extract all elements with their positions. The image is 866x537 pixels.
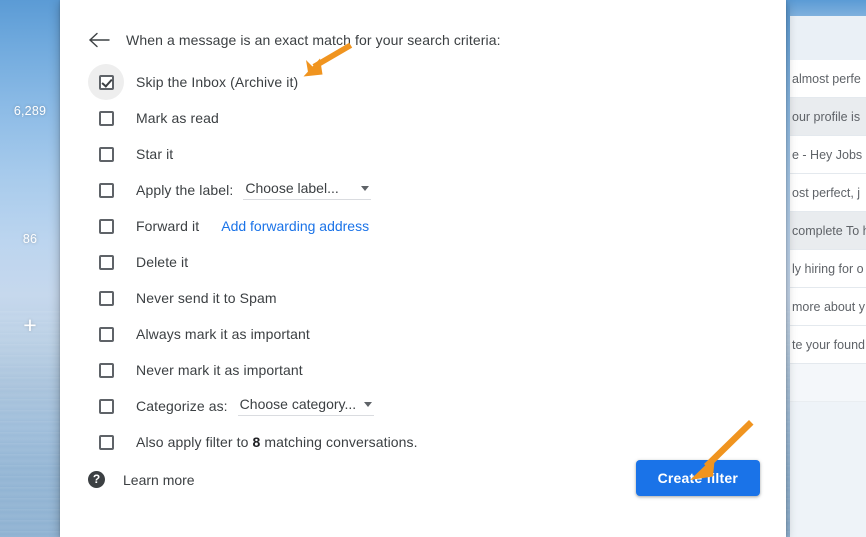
dropdown-value: Choose label... [245, 180, 339, 196]
filter-action-label: Apply the label: [136, 182, 234, 198]
mail-snippet: te your found [792, 337, 865, 352]
dialog-header: When a message is an exact match for you… [60, 0, 786, 53]
checkbox-unchecked-icon [98, 398, 114, 414]
back-arrow-icon[interactable] [86, 27, 112, 53]
filter-action-label: Never mark it as important [136, 362, 303, 378]
learn-more-label: Learn more [123, 471, 195, 488]
checkbox-8[interactable] [88, 316, 124, 352]
mail-snippet: ost perfect, j [792, 185, 861, 200]
checkbox-10[interactable] [88, 388, 124, 424]
create-filter-button[interactable]: Create filter [635, 460, 760, 496]
mail-snippet: our profile is [792, 109, 861, 124]
add-forwarding-address-link[interactable]: Add forwarding address [221, 218, 369, 234]
filter-action-row[interactable]: Delete it [88, 244, 786, 280]
filter-action-label: Never send it to Spam [136, 290, 277, 306]
filter-action-row[interactable]: Skip the Inbox (Archive it) [88, 64, 786, 100]
mail-snippet: e - Hey Jobs [792, 147, 863, 162]
chevron-down-icon [360, 185, 369, 191]
checkbox-7[interactable] [88, 280, 124, 316]
mail-row[interactable]: complete To h [790, 212, 866, 250]
filter-action-row[interactable]: Mark as read [88, 100, 786, 136]
checkbox-9[interactable] [88, 352, 124, 388]
mail-row[interactable]: e - Hey Jobs [790, 136, 866, 174]
mail-snippet: complete To h [792, 223, 866, 238]
mail-snippet: more about y [792, 299, 865, 314]
checkbox-unchecked-icon [98, 218, 114, 234]
mail-top-bar [790, 0, 866, 16]
mail-list-pane: almost perfe our profile is e - Hey Jobs o… [790, 0, 866, 537]
checkbox-2[interactable] [88, 100, 124, 136]
sidebar-count-primary: 6,289 [13, 104, 47, 118]
filter-action-label: Also apply filter to 8 matching conversa… [136, 434, 418, 450]
mail-row[interactable]: almost perfe [790, 60, 866, 98]
learn-more-link[interactable]: ? Learn more [88, 471, 195, 488]
checkbox-5[interactable] [88, 208, 124, 244]
mail-row-list: almost perfe our profile is e - Hey Jobs o… [790, 60, 866, 402]
mail-row [790, 364, 866, 402]
checkbox-unchecked-icon [98, 434, 114, 450]
filter-action-label: Categorize as: [136, 398, 228, 414]
filter-actions-list: Skip the Inbox (Archive it) Mark as read S… [60, 64, 786, 460]
filter-action-row[interactable]: Always mark it as important [88, 316, 786, 352]
dropdown-10[interactable]: Choose category... [237, 396, 375, 416]
filter-action-label: Star it [136, 146, 174, 162]
filter-action-label: Mark as read [136, 110, 219, 126]
checkbox-3[interactable] [88, 136, 124, 172]
checkbox-unchecked-icon [98, 362, 114, 378]
mail-row[interactable]: ly hiring for o [790, 250, 866, 288]
checkbox-unchecked-icon [98, 110, 114, 126]
checkbox-unchecked-icon [98, 146, 114, 162]
mail-row[interactable]: more about y [790, 288, 866, 326]
filter-action-row[interactable]: Never send it to Spam [88, 280, 786, 316]
filter-action-label: Always mark it as important [136, 326, 310, 342]
mail-toolbar-area [790, 16, 866, 60]
filter-action-row[interactable]: Never mark it as important [88, 352, 786, 388]
dialog-title: When a message is an exact match for you… [126, 32, 501, 48]
filter-action-label: Delete it [136, 254, 189, 270]
dropdown-value: Choose category... [239, 396, 357, 412]
mail-row[interactable]: ost perfect, j [790, 174, 866, 212]
dialog-footer: ? Learn more Create filter [60, 453, 786, 537]
mail-snippet: almost perfe [792, 71, 861, 86]
filter-action-label: Forward it [136, 218, 200, 234]
filter-action-row[interactable]: Star it [88, 136, 786, 172]
checkbox-6[interactable] [88, 244, 124, 280]
checkbox-checked-icon [98, 74, 114, 90]
mail-row[interactable]: te your found [790, 326, 866, 364]
filter-action-label: Skip the Inbox (Archive it) [136, 74, 299, 90]
checkbox-unchecked-icon [98, 254, 114, 270]
dropdown-4[interactable]: Choose label... [243, 180, 371, 200]
chevron-down-icon [364, 401, 373, 407]
create-filter-dialog: When a message is an exact match for you… [60, 0, 786, 537]
help-question-icon: ? [88, 471, 105, 488]
filter-action-row[interactable]: Apply the label: Choose label... [88, 172, 786, 208]
filter-action-row[interactable]: Forward it Add forwarding address [88, 208, 786, 244]
mail-snippet: ly hiring for o [792, 261, 864, 276]
checkbox-4[interactable] [88, 172, 124, 208]
sidebar-count-secondary: 86 [22, 232, 38, 246]
add-icon[interactable]: + [0, 313, 60, 337]
filter-action-row[interactable]: Categorize as: Choose category... [88, 388, 786, 424]
checkbox-unchecked-icon [98, 182, 114, 198]
mail-row[interactable]: our profile is [790, 98, 866, 136]
checkbox-1[interactable] [88, 64, 124, 100]
checkbox-unchecked-icon [98, 290, 114, 306]
checkbox-unchecked-icon [98, 326, 114, 342]
